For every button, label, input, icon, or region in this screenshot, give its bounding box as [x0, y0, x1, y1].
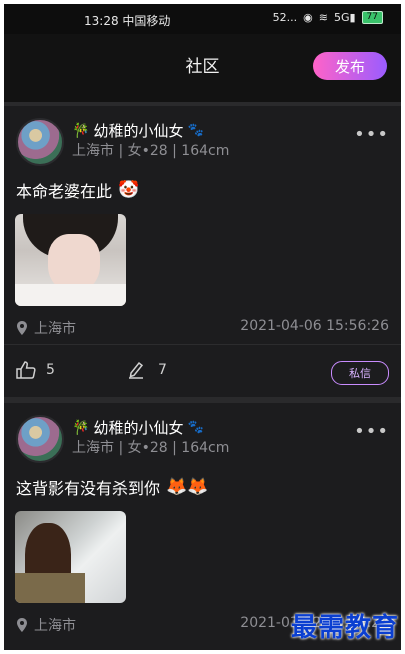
- more-icon[interactable]: •••: [354, 124, 389, 145]
- post-info: 上海市 2021-04-06 15:56:26: [4, 306, 401, 344]
- status-bar: 13:28 中国移动 52... ◉ ≋ 5G▮ 77: [4, 4, 401, 34]
- post-header: 🎋 幼稚的小仙女 🐾 上海市 | 女•28 | 164cm •••: [4, 403, 401, 463]
- battery-icon: 77: [361, 11, 383, 24]
- location-text: 上海市: [34, 618, 76, 634]
- publish-button[interactable]: 发布: [313, 52, 387, 80]
- location-text: 上海市: [34, 321, 76, 337]
- location: 上海市: [16, 615, 76, 635]
- status-carrier: 中国移动: [122, 14, 171, 28]
- post-actions: 5 7 私信: [4, 345, 401, 397]
- top-navbar: 社区 发布: [4, 34, 401, 106]
- post-text: 本命老婆在此: [16, 182, 113, 201]
- like-button[interactable]: 5: [16, 361, 55, 379]
- username-row: 🎋 幼稚的小仙女 🐾: [72, 417, 204, 438]
- post-card[interactable]: 🎋 幼稚的小仙女 🐾 上海市 | 女•28 | 164cm ••• 本命老婆在此…: [4, 106, 401, 397]
- pencil-icon: [129, 361, 144, 379]
- comment-count: 7: [158, 362, 167, 378]
- private-message-button[interactable]: 私信: [331, 361, 389, 385]
- location-pin-icon: [17, 321, 27, 335]
- location: 上海市: [16, 318, 76, 338]
- avatar[interactable]: [16, 415, 64, 463]
- bamboo-icon: 🎋: [72, 419, 90, 436]
- post-text: 这背影有没有杀到你: [16, 479, 161, 498]
- status-time: 13:28: [84, 14, 119, 28]
- post-header: 🎋 幼稚的小仙女 🐾 上海市 | 女•28 | 164cm •••: [4, 106, 401, 166]
- post-datetime: 2021-04-06 15:56:26: [240, 318, 389, 334]
- username[interactable]: 幼稚的小仙女: [93, 120, 183, 141]
- location-pin-icon: [17, 618, 27, 632]
- post-image[interactable]: [15, 511, 126, 603]
- avatar[interactable]: [16, 118, 64, 166]
- post-content: 这背影有没有杀到你 🦊🦊: [4, 459, 401, 499]
- wifi-icon: ≋: [318, 11, 328, 24]
- signal-icon: 5G▮: [333, 11, 356, 24]
- more-icon[interactable]: •••: [354, 421, 389, 442]
- like-count: 5: [46, 362, 55, 378]
- user-meta: 上海市 | 女•28 | 164cm: [72, 143, 230, 159]
- clown-icon: 🤡: [118, 180, 140, 200]
- paw-icon: 🐾: [187, 420, 204, 435]
- bamboo-icon: 🎋: [72, 122, 90, 139]
- comment-button[interactable]: 7: [128, 361, 167, 379]
- fox-icon: 🦊🦊: [166, 477, 209, 497]
- app-screen: 13:28 中国移动 52... ◉ ≋ 5G▮ 77 社区 发布 🎋 幼稚的小…: [4, 4, 401, 650]
- user-meta: 上海市 | 女•28 | 164cm: [72, 440, 230, 456]
- username[interactable]: 幼稚的小仙女: [93, 417, 183, 438]
- paw-icon: 🐾: [187, 123, 204, 138]
- post-content: 本命老婆在此 🤡: [4, 162, 401, 202]
- post-card[interactable]: 🎋 幼稚的小仙女 🐾 上海市 | 女•28 | 164cm ••• 这背影有没有…: [4, 403, 401, 641]
- network-type: 5G: [333, 11, 350, 24]
- username-row: 🎋 幼稚的小仙女 🐾: [72, 120, 204, 141]
- post-image[interactable]: [15, 214, 126, 306]
- location-status-icon: ◉: [303, 11, 313, 24]
- thumbs-up-icon: [16, 361, 36, 379]
- watermark-logo: 最需教育: [290, 613, 399, 643]
- status-speed: 52...: [272, 11, 298, 24]
